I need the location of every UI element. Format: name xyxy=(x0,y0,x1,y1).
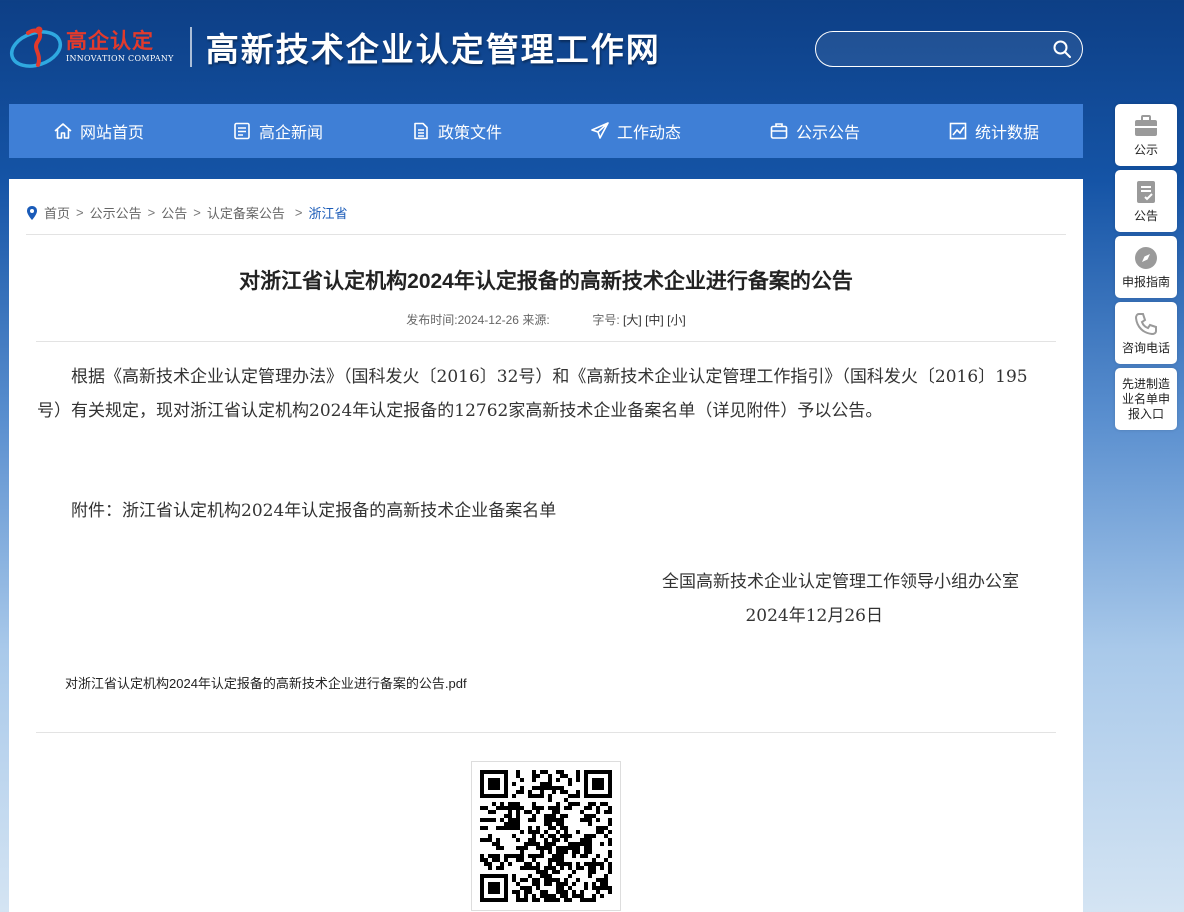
briefcase-icon xyxy=(1135,115,1157,136)
side-item-notice[interactable]: 公告 xyxy=(1115,170,1177,232)
side-item-guide[interactable]: 申报指南 xyxy=(1115,236,1177,298)
divider xyxy=(36,732,1056,733)
document-icon xyxy=(414,122,428,140)
breadcrumb-announcements[interactable]: 公示公告 xyxy=(90,203,142,222)
signature-date: 2024年12月26日 xyxy=(745,606,883,626)
search-box xyxy=(815,31,1083,67)
search-input[interactable] xyxy=(816,32,1036,64)
attachment-note: 附件：浙江省认定机构2024年认定报备的高新技术企业备案名单 xyxy=(71,501,557,521)
logo-text: 高企认定 INNOVATION COMPANY xyxy=(66,29,174,65)
logo-en: INNOVATION COMPANY xyxy=(66,54,174,63)
source-label: 来源: xyxy=(522,313,550,327)
nav-item-work-news[interactable]: 工作动态 xyxy=(546,104,725,158)
article-meta: 发布时间:2024-12-26 来源: 字号: [大] [中] [小] xyxy=(9,311,1083,328)
breadcrumb-home[interactable]: 首页 xyxy=(44,203,70,222)
nav-item-statistics[interactable]: 统计数据 xyxy=(904,104,1083,158)
publish-label: 发布时间: xyxy=(406,313,458,327)
logo-cn: 高企认定 xyxy=(66,29,154,53)
side-item-label: 公示 xyxy=(1133,143,1158,157)
nav-label: 网站首页 xyxy=(79,125,144,142)
nav-item-home[interactable]: 网站首页 xyxy=(9,104,188,158)
compass-icon xyxy=(1135,247,1157,269)
news-icon xyxy=(234,122,250,140)
side-item-label: 申报指南 xyxy=(1121,275,1170,289)
nav-label: 工作动态 xyxy=(616,125,681,142)
content-panel: 首页 > 公示公告 > 公告 > 认定备案公告 > 浙江省 对浙江省认定机构20… xyxy=(9,179,1083,912)
logo-mark-icon xyxy=(8,19,64,75)
side-item-publicity[interactable]: 公示 xyxy=(1115,104,1177,166)
side-toolbar: 公示 公告 申报指南 咨询电话 先进制造业名单申报入口 xyxy=(1115,104,1177,434)
send-icon xyxy=(591,122,609,139)
breadcrumb-filing-notice[interactable]: 认定备案公告 xyxy=(207,203,285,222)
font-size-label: 字号: xyxy=(592,313,620,327)
site-logo[interactable]: 高企认定 INNOVATION COMPANY 高新技术企业认定管理工作网 xyxy=(8,18,661,76)
divider xyxy=(36,341,1056,342)
side-item-hotline[interactable]: 咨询电话 xyxy=(1115,302,1177,364)
article-body: 根据《高新技术企业认定管理办法》（国科发火〔2016〕32号）和《高新技术企业认… xyxy=(37,360,1037,428)
chart-icon xyxy=(949,122,967,140)
nav-label: 统计数据 xyxy=(974,125,1039,142)
logo-divider xyxy=(189,27,192,67)
nav-item-policy[interactable]: 政策文件 xyxy=(367,104,546,158)
main-nav: 网站首页 高企新闻 政策文件 工作动态 公示公告 统计数据 xyxy=(9,104,1083,158)
publish-date: 2024-12-26 xyxy=(457,313,519,327)
side-item-label: 公告 xyxy=(1133,209,1158,223)
location-pin-icon xyxy=(27,205,37,220)
search-icon[interactable] xyxy=(1052,39,1072,59)
briefcase-icon xyxy=(770,123,788,139)
breadcrumb-separator: > xyxy=(294,205,303,220)
pdf-attachment-link[interactable]: 对浙江省认定机构2024年认定报备的高新技术企业进行备案的公告.pdf xyxy=(65,673,467,692)
breadcrumb-zhejiang[interactable]: 浙江省 xyxy=(308,203,347,222)
phone-icon xyxy=(1134,313,1157,336)
divider xyxy=(26,234,1066,235)
breadcrumb-separator: > xyxy=(193,205,201,220)
breadcrumb-notice[interactable]: 公告 xyxy=(161,203,187,222)
nav-label: 政策文件 xyxy=(437,125,502,142)
breadcrumb-separator: > xyxy=(76,205,84,220)
breadcrumb-separator: > xyxy=(147,205,156,220)
article-title: 对浙江省认定机构2024年认定报备的高新技术企业进行备案的公告 xyxy=(239,270,853,293)
notice-icon xyxy=(1137,181,1155,203)
font-small-link[interactable]: [小] xyxy=(667,313,686,327)
side-item-label: 先进制造业名单申报入口 xyxy=(1121,376,1170,421)
font-medium-link[interactable]: [中] xyxy=(645,313,664,327)
font-large-link[interactable]: [大] xyxy=(623,313,642,327)
qr-code-icon xyxy=(480,770,612,902)
breadcrumb: 首页 > 公示公告 > 公告 > 认定备案公告 > 浙江省 xyxy=(26,203,347,222)
nav-item-news[interactable]: 高企新闻 xyxy=(188,104,367,158)
qr-code xyxy=(471,761,621,911)
nav-label: 公示公告 xyxy=(795,125,860,142)
nav-item-announcement[interactable]: 公示公告 xyxy=(725,104,904,158)
signature-org: 全国高新技术企业认定管理工作领导小组办公室 xyxy=(662,572,1019,592)
side-item-advanced-manufacturing[interactable]: 先进制造业名单申报入口 xyxy=(1115,368,1177,430)
home-icon xyxy=(54,123,72,139)
header: 高企认定 INNOVATION COMPANY 高新技术企业认定管理工作网 xyxy=(0,0,1184,100)
site-title: 高新技术企业认定管理工作网 xyxy=(205,30,661,69)
side-item-label: 咨询电话 xyxy=(1121,341,1170,355)
article-paragraph: 根据《高新技术企业认定管理办法》（国科发火〔2016〕32号）和《高新技术企业认… xyxy=(37,367,1028,421)
nav-label: 高企新闻 xyxy=(258,125,323,142)
